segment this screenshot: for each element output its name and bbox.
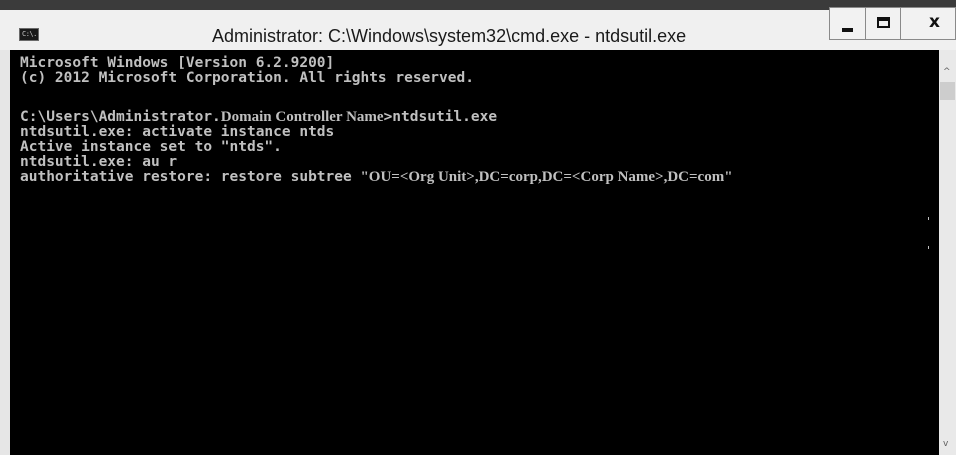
- vertical-scrollbar[interactable]: ^ v: [939, 50, 956, 455]
- cmd-console-icon[interactable]: C:\.: [19, 28, 39, 41]
- minimize-icon: [842, 28, 853, 32]
- maximize-icon: [877, 17, 890, 28]
- restore-subtree-dn: "OU=<Org Unit>,DC=corp,DC=<Corp Name>,DC…: [360, 169, 733, 185]
- cmd-icon-label: C:\.: [22, 30, 37, 38]
- scroll-up-arrow-icon[interactable]: ^: [943, 67, 951, 77]
- scrollbar-thumb[interactable]: [940, 82, 955, 100]
- scroll-down-arrow-icon[interactable]: v: [943, 439, 948, 449]
- console-line-restore: authoritative restore: restore subtree "…: [20, 170, 733, 185]
- console-window: C:\. Administrator: C:\Windows\system32\…: [0, 0, 956, 455]
- console-line: ntdsutil.exe: au r: [20, 154, 178, 170]
- maximize-button[interactable]: [865, 7, 901, 40]
- console-line: (c) 2012 Microsoft Corporation. All righ…: [20, 70, 474, 86]
- console-line-prompt: C:\Users\Administrator.Domain Controller…: [20, 110, 497, 125]
- close-icon: x: [929, 12, 940, 32]
- console-line: Active instance set to "ntds".: [20, 139, 282, 155]
- window-title: Administrator: C:\Windows\system32\cmd.e…: [212, 26, 687, 46]
- minimize-button[interactable]: [829, 7, 865, 40]
- console-cursor-mark: [928, 217, 929, 220]
- prompt-command: >ntdsutil.exe: [383, 109, 498, 125]
- restore-command: authoritative restore: restore subtree: [20, 169, 361, 185]
- console-line: Microsoft Windows [Version 6.2.9200]: [20, 55, 335, 71]
- prompt-path: C:\Users\Administrator.: [20, 109, 221, 125]
- console-output[interactable]: Microsoft Windows [Version 6.2.9200] (c)…: [10, 50, 939, 455]
- close-button[interactable]: x: [901, 7, 956, 40]
- title-bar[interactable]: C:\. Administrator: C:\Windows\system32\…: [0, 0, 956, 50]
- console-line: ntdsutil.exe: activate instance ntds: [20, 124, 335, 140]
- console-cursor-mark: [928, 246, 929, 249]
- prompt-dc-name: Domain Controller Name: [220, 109, 384, 125]
